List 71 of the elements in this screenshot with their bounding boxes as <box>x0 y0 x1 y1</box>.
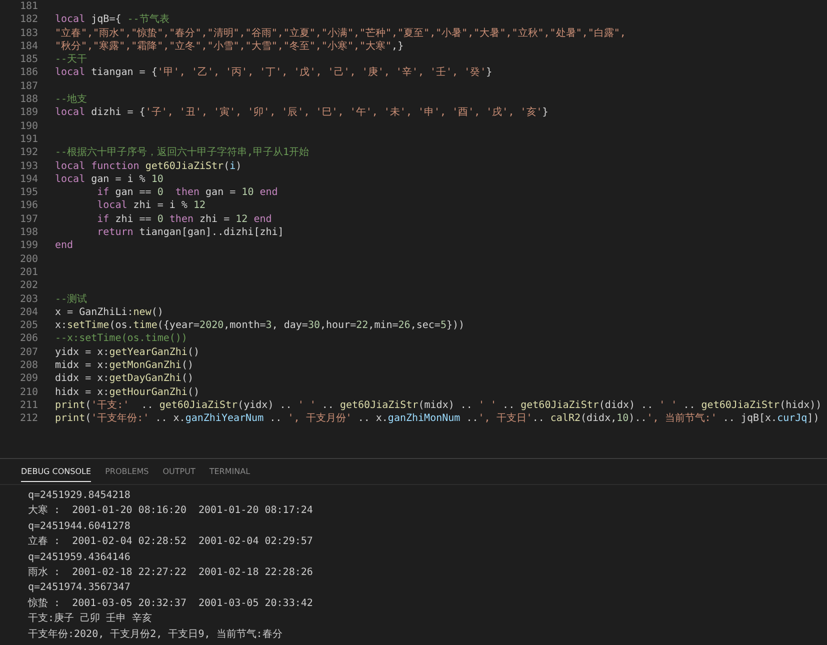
line-number: 210 <box>18 386 38 399</box>
console-line: 惊蛰 : 2001-03-05 20:32:37 2001-03-05 20:33:42 <box>28 596 314 611</box>
line-number: 209 <box>18 372 38 386</box>
code-line: didx = x:getDayGanZhi() <box>55 372 194 386</box>
line-number: 194 <box>18 172 38 186</box>
line-number: 212 <box>18 412 38 426</box>
code-line: if zhi == 0 then zhi = 12 end <box>96 212 272 226</box>
line-number: 184 <box>18 40 38 54</box>
line-number: 203 <box>18 292 38 306</box>
line-number: 183 <box>18 26 38 40</box>
code-line: local function get60JiaZiStr(i) <box>55 160 242 173</box>
console-line: q=2451974.3567347 <box>28 581 132 596</box>
line-number: 197 <box>18 212 38 226</box>
line-number: 189 <box>18 106 38 120</box>
line-number: 190 <box>18 120 38 133</box>
line-number: 199 <box>18 239 38 253</box>
console-line: q=2451929.8454218 <box>28 489 132 503</box>
code-line: print('干支年份:' .. x.ganZhiYearNum .. ', 干支月份' .. x.ganZhiMonNum ..', 干支日'.. calR2(didx,10)..', 当前节气:' .. jqB[x.curJq]) <box>55 412 820 426</box>
code-line: --地支 <box>55 93 88 106</box>
line-number: 195 <box>18 186 38 200</box>
line-number: 191 <box>18 132 38 146</box>
panel-tab[interactable]: PROBLEMS <box>105 467 149 482</box>
code-line: "立春","雨水","惊蛰","春分","清明","谷雨","立夏","小满","芒种","夏至","小暑","大暑","立秋","处暑","白露", <box>55 26 626 40</box>
code-line: "秋分","寒露","霜降","立冬","小雪","大雪","冬至","小寒","大寒",} <box>55 40 404 54</box>
code-line: local tiangan = {'甲', '乙', '丙', '丁', '戊', '己', '庚', '辛', '壬', '癸'} <box>55 66 492 80</box>
code-line: --测试 <box>55 292 88 306</box>
console-line: 干支:庚子 己卯 壬申 辛亥 <box>28 612 154 626</box>
code-line: if gan == 0 then gan = 10 end <box>96 186 278 200</box>
console-line: 大寒 : 2001-01-20 08:16:20 2001-01-20 08:17:24 <box>28 504 314 518</box>
line-number: 208 <box>18 359 38 372</box>
code-line: x = GanZhiLi:new() <box>55 306 164 320</box>
code-line: local zhi = i % 12 <box>96 199 206 213</box>
code-line: local gan = i % 10 <box>55 172 164 186</box>
code-line: x:setTime(os.time({year=2020,month=3, day=30,hour=22,min=26,sec=5})) <box>55 319 465 332</box>
line-number: 182 <box>18 13 38 27</box>
panel-tab[interactable]: OUTPUT <box>162 467 196 482</box>
line-number: 181 <box>18 0 38 14</box>
line-number: 185 <box>18 53 38 66</box>
panel-tab[interactable]: TERMINAL <box>209 467 250 482</box>
line-number: 201 <box>18 266 38 280</box>
code-line: local jqB={ --节气表 <box>55 13 170 27</box>
line-number: 207 <box>18 346 38 360</box>
code-line: yidx = x:getYearGanZhi() <box>55 346 200 360</box>
panel-tab[interactable]: DEBUG CONSOLE <box>21 467 92 482</box>
console-line: 雨水 : 2001-02-18 22:27:22 2001-02-18 22:28:26 <box>28 566 314 580</box>
line-number: 192 <box>18 146 38 160</box>
console-line: q=2451959.4364146 <box>28 550 132 565</box>
line-number: 202 <box>18 279 38 293</box>
code-line: local dizhi = {'子', '丑', '寅', '卯', '辰', '巳', '午', '未', '申', '酉', '戌', '亥'} <box>55 106 548 120</box>
line-number: 193 <box>18 160 38 173</box>
line-number: 196 <box>18 199 38 213</box>
code-line: hidx = x:getHourGanZhi() <box>55 386 200 399</box>
line-number: 206 <box>18 332 38 346</box>
line-number: 211 <box>18 398 38 412</box>
console-line: 立春 : 2001-02-04 02:28:52 2001-02-04 02:29:57 <box>28 534 314 550</box>
code-line: --根据六十甲子序号，返回六十甲子字符串,甲子从1开始 <box>55 146 310 160</box>
line-number: 186 <box>18 66 38 80</box>
code-line: return tiangan[gan]..dizhi[zhi] <box>96 226 284 240</box>
line-number: 198 <box>18 226 38 240</box>
code-line: end <box>55 239 74 253</box>
console-line: 干支年份:2020, 干支月份2, 干支日9, 当前节气:春分 <box>28 628 284 642</box>
line-number: 200 <box>18 252 38 266</box>
console-line: q=2451944.6041278 <box>28 520 132 534</box>
code-line: midx = x:getMonGanZhi() <box>55 359 194 372</box>
line-number: 204 <box>18 306 38 320</box>
line-number: 188 <box>18 93 38 106</box>
code-line: --天干 <box>55 53 88 66</box>
line-number: 205 <box>18 319 38 332</box>
code-line: --x:setTime(os.time()) <box>55 332 188 346</box>
line-number: 187 <box>18 80 38 94</box>
code-line: print('干支:' .. get60JiaZiStr(yidx) .. ' ' .. get60JiaZiStr(midx) .. ' ' .. get60JiaZiStr(didx) .. ' ' .. get60JiaZiStr(hidx)) <box>55 398 822 412</box>
